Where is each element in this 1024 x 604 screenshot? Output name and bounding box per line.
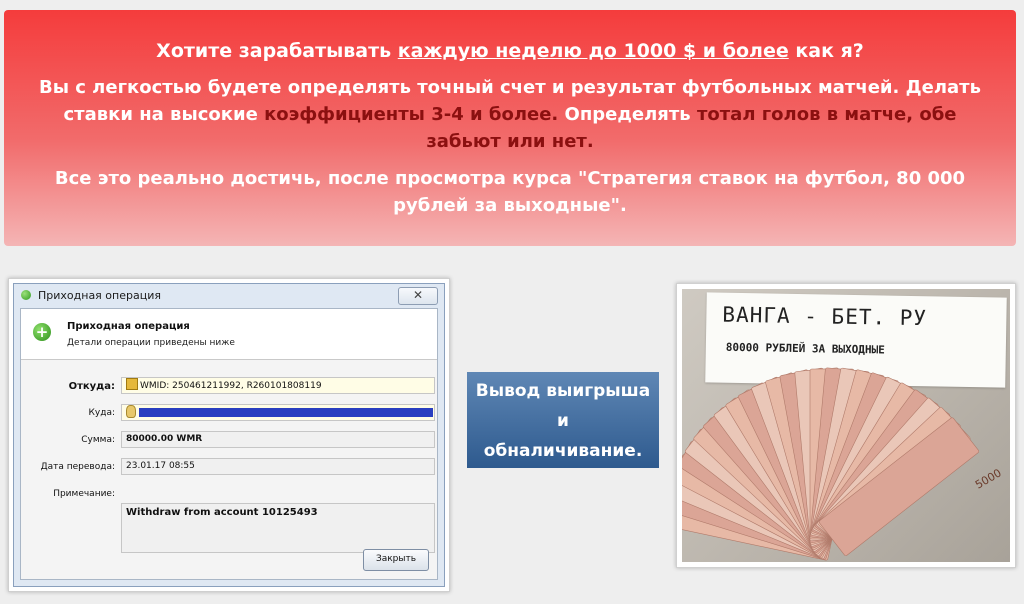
banner-description: Вы с легкостью будете определять точный … [30,74,990,155]
wallet-icon [126,378,138,390]
amount-field: 80000.00 WMR [121,431,435,448]
dialog-body: + Приходная операция Детали операции при… [20,308,438,580]
from-label: Откуда: [68,381,115,392]
cash-photo: ВАНГА - БЕТ. РУ 80000 РУБЛЕЙ ЗА ВЫХОДНЫЕ… [682,289,1010,562]
highlight-odds: коэффициенты 3-4 и более. [264,104,559,125]
close-button[interactable]: Закрыть [363,549,429,571]
user-icon [126,405,136,418]
payment-screenshot: Приходная операция ✕ + Приходная операци… [8,278,450,592]
dialog-title: Приходная операция [38,289,161,302]
webmoney-icon [21,290,31,300]
redacted-recipient [139,408,433,417]
dialog-titlebar: Приходная операция ✕ [14,284,444,306]
banner-headline: Хотите зарабатывать каждую неделю до 100… [4,38,1016,64]
banknote-denomination: 5000 [973,466,1004,491]
cta-line-2: и [557,411,569,431]
from-field: WMID: 250461211992, R260101808119 [121,377,435,394]
promo-banner: Хотите зарабатывать каждую неделю до 100… [4,10,1016,246]
cta-line-3: обналичивание. [483,441,643,461]
incoming-operation-dialog: Приходная операция ✕ + Приходная операци… [13,283,445,587]
plus-circle-icon: + [33,323,51,341]
description-text-b: Определять [558,104,697,125]
note-field: Withdraw from account 10125493 [121,503,435,553]
date-label: Дата перевода: [40,462,115,472]
headline-text-b: как я? [788,40,864,62]
close-icon[interactable]: ✕ [398,287,438,305]
to-label: Куда: [88,408,116,418]
cta-line-1: Вывод выигрыша [475,381,651,401]
date-field: 23.01.17 08:55 [121,458,435,475]
dialog-header: + Приходная операция Детали операции при… [21,309,437,360]
headline-link[interactable]: каждую неделю до 1000 $ и более [398,40,789,62]
cash-photo-frame: ВАНГА - БЕТ. РУ 80000 РУБЛЕЙ ЗА ВЫХОДНЫЕ… [676,283,1016,568]
header-subtitle: Детали операции приведены ниже [67,338,235,348]
banner-course-text: Все это реально достичь, после просмотра… [54,168,966,216]
to-field [121,404,435,421]
headline-text-a: Хотите зарабатывать [156,40,398,62]
withdrawal-button[interactable]: Вывод выигрыша и обналичивание. [467,372,659,468]
banknote-fan: 5000 [682,367,1004,561]
note-label: Примечание: [53,489,115,499]
header-title: Приходная операция [67,321,190,332]
amount-label: Сумма: [81,435,115,445]
from-value: WMID: 250461211992, R260101808119 [140,381,322,391]
